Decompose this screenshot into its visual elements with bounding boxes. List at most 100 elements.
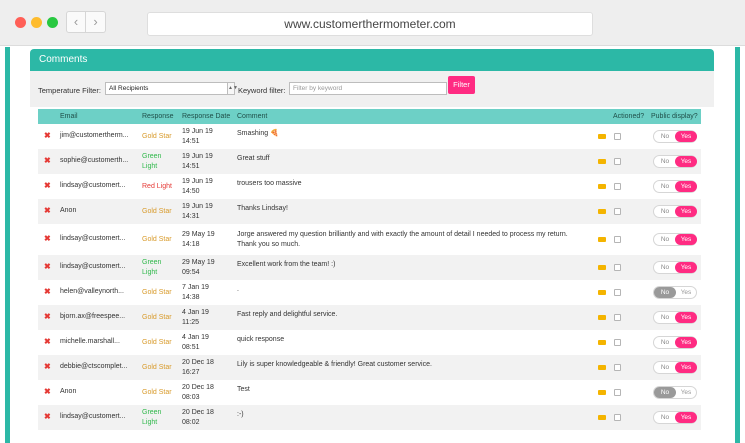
envelope-icon[interactable] <box>598 208 606 214</box>
row-response: Green Light <box>142 152 162 170</box>
forward-button[interactable]: › <box>86 11 106 33</box>
toggle-yes-option[interactable]: Yes <box>675 205 697 217</box>
toggle-no-option[interactable]: No <box>654 312 676 323</box>
toggle-yes-option[interactable]: Yes <box>675 387 697 398</box>
actioned-checkbox[interactable] <box>614 235 621 243</box>
toggle-yes-option[interactable]: Yes <box>675 361 697 373</box>
public-display-toggle[interactable]: No Yes <box>653 285 697 299</box>
row-email: lindsay@customert... <box>60 181 126 189</box>
toggle-yes-option[interactable]: Yes <box>675 261 697 273</box>
column-header-response-date[interactable]: Response Date <box>182 109 230 124</box>
temperature-filter-label: Temperature Filter: <box>38 86 101 95</box>
toggle-no-option[interactable]: No <box>654 286 676 298</box>
row-comment: Fast reply and delightful service. <box>237 310 338 318</box>
delete-icon[interactable]: ✖ <box>44 387 51 396</box>
envelope-icon[interactable] <box>598 264 606 270</box>
delete-icon[interactable]: ✖ <box>44 412 51 421</box>
toggle-no-option[interactable]: No <box>654 262 676 273</box>
envelope-icon[interactable] <box>598 133 606 139</box>
row-comment: Great stuff <box>237 154 270 162</box>
envelope-icon[interactable] <box>598 339 606 345</box>
envelope-icon[interactable] <box>598 389 606 395</box>
delete-icon[interactable]: ✖ <box>44 181 51 190</box>
public-display-toggle[interactable]: No Yes <box>653 385 697 399</box>
filter-button[interactable]: Filter <box>448 76 475 94</box>
actioned-checkbox[interactable] <box>614 263 621 271</box>
envelope-icon[interactable] <box>598 158 606 164</box>
filter-bar: Temperature Filter: All Recipients ▲▼ Ke… <box>30 71 714 107</box>
column-header-actioned[interactable]: Actioned? <box>613 109 644 124</box>
table-row: ✖ jim@customertherm... Gold Star 19 Jun 19 … <box>38 124 701 149</box>
public-display-toggle[interactable]: No Yes <box>653 335 697 349</box>
delete-icon[interactable]: ✖ <box>44 362 51 371</box>
toggle-yes-option[interactable]: Yes <box>675 336 697 348</box>
actioned-checkbox[interactable] <box>614 157 621 165</box>
public-display-toggle[interactable]: No Yes <box>653 410 697 424</box>
toggle-no-option[interactable]: No <box>654 181 676 192</box>
actioned-checkbox[interactable] <box>614 388 621 396</box>
actioned-checkbox[interactable] <box>614 338 621 346</box>
toggle-yes-option[interactable]: Yes <box>675 287 697 298</box>
delete-icon[interactable]: ✖ <box>44 287 51 296</box>
toggle-yes-option[interactable]: Yes <box>675 130 697 142</box>
actioned-checkbox[interactable] <box>614 132 621 140</box>
public-display-toggle[interactable]: No Yes <box>653 310 697 324</box>
column-header-public-display[interactable]: Public display? <box>651 109 698 124</box>
public-display-toggle[interactable]: No Yes <box>653 360 697 374</box>
toggle-no-option[interactable]: No <box>654 234 676 245</box>
actioned-checkbox[interactable] <box>614 413 621 421</box>
envelope-icon[interactable] <box>598 364 606 370</box>
public-display-toggle[interactable]: No Yes <box>653 232 697 246</box>
minimize-window-button[interactable] <box>31 17 42 28</box>
toggle-no-option[interactable]: No <box>654 362 676 373</box>
table-row: ✖ sophie@customerth... Green Light 19 Jun 1… <box>38 149 701 174</box>
keyword-filter-input[interactable]: Filter by keyword <box>289 82 447 95</box>
back-button[interactable]: ‹ <box>66 11 86 33</box>
delete-icon[interactable]: ✖ <box>44 131 51 140</box>
delete-icon[interactable]: ✖ <box>44 156 51 165</box>
toggle-no-option[interactable]: No <box>654 337 676 348</box>
toggle-no-option[interactable]: No <box>654 156 676 167</box>
actioned-checkbox[interactable] <box>614 207 621 215</box>
envelope-icon[interactable] <box>598 314 606 320</box>
temperature-filter-select[interactable]: All Recipients ▲▼ <box>105 82 238 95</box>
toggle-yes-option[interactable]: Yes <box>675 155 697 167</box>
delete-icon[interactable]: ✖ <box>44 206 51 215</box>
close-window-button[interactable] <box>15 17 26 28</box>
toggle-no-option[interactable]: No <box>654 412 676 423</box>
toggle-no-option[interactable]: No <box>654 131 676 142</box>
public-display-toggle[interactable]: No Yes <box>653 179 697 193</box>
public-display-toggle[interactable]: No Yes <box>653 204 697 218</box>
column-header-response[interactable]: Response <box>142 109 174 124</box>
envelope-icon[interactable] <box>598 183 606 189</box>
address-bar[interactable]: www.customerthermometer.com <box>147 12 593 36</box>
actioned-checkbox[interactable] <box>614 313 621 321</box>
row-response: Gold Star <box>142 132 172 140</box>
actioned-checkbox[interactable] <box>614 363 621 371</box>
row-response-date: 19 Jun 19 14:31 <box>182 202 213 220</box>
toggle-no-option[interactable]: No <box>654 206 676 217</box>
table-header: Email Response Response Date Comment Act… <box>38 109 701 124</box>
public-display-toggle[interactable]: No Yes <box>653 260 697 274</box>
chevron-left-icon: ‹ <box>73 14 79 29</box>
toggle-yes-option[interactable]: Yes <box>675 233 697 245</box>
delete-icon[interactable]: ✖ <box>44 312 51 321</box>
envelope-icon[interactable] <box>598 414 606 420</box>
envelope-icon[interactable] <box>598 289 606 295</box>
delete-icon[interactable]: ✖ <box>44 262 51 271</box>
toggle-yes-option[interactable]: Yes <box>675 180 697 192</box>
actioned-checkbox[interactable] <box>614 182 621 190</box>
public-display-toggle[interactable]: No Yes <box>653 154 697 168</box>
actioned-checkbox[interactable] <box>614 288 621 296</box>
column-header-email[interactable]: Email <box>60 109 78 124</box>
toggle-yes-option[interactable]: Yes <box>675 411 697 423</box>
row-response-date: 19 Jun 19 14:51 <box>182 127 213 145</box>
public-display-toggle[interactable]: No Yes <box>653 129 697 143</box>
maximize-window-button[interactable] <box>47 17 58 28</box>
column-header-comment[interactable]: Comment <box>237 109 267 124</box>
toggle-no-option[interactable]: No <box>654 386 676 398</box>
envelope-icon[interactable] <box>598 236 606 242</box>
delete-icon[interactable]: ✖ <box>44 337 51 346</box>
delete-icon[interactable]: ✖ <box>44 234 51 243</box>
toggle-yes-option[interactable]: Yes <box>675 311 697 323</box>
